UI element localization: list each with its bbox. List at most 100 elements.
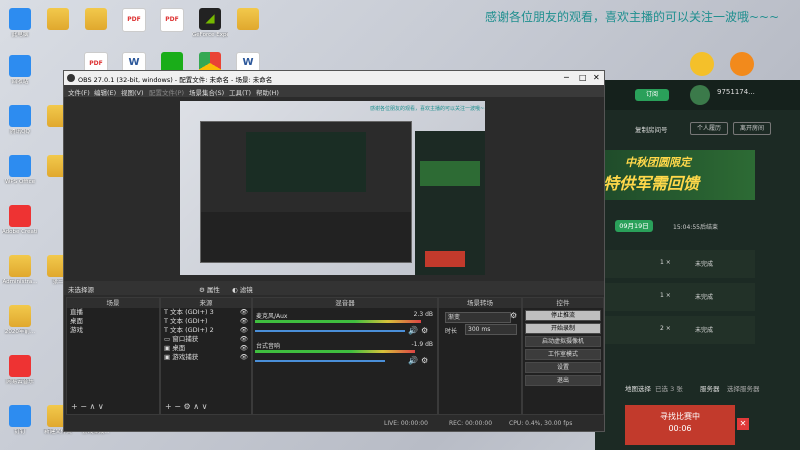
desktop-icon[interactable]: 此电脑 (2, 8, 38, 39)
mic-channel-name: 麦克风/Aux (256, 313, 288, 320)
menu-help[interactable]: 帮助(H) (256, 87, 279, 97)
desktop-icon[interactable]: Adobe Creati... (2, 205, 38, 236)
mascot-icon[interactable] (690, 52, 714, 76)
desktop-icon[interactable] (78, 8, 114, 30)
menu-profile[interactable]: 配置文件(P) (149, 87, 184, 97)
transition-select[interactable]: 渐变 (445, 312, 511, 323)
task-row: 1 × 未完成 (595, 283, 755, 311)
countdown: 15:04:55后结束 (673, 224, 718, 231)
desktop-icon[interactable] (116, 8, 152, 32)
server-label: 服务器 (700, 385, 720, 393)
adobe-icon (9, 205, 31, 227)
no-source-label: 未选择源 (68, 286, 94, 294)
promo-banner: 中秋团圆限定 特供军需回馈 (595, 150, 755, 200)
preview-canvas[interactable]: 感谢各位朋友的观看，喜欢主播的可以关注一波哦~~~ (180, 101, 485, 275)
date-pill: 09月19日 (615, 220, 653, 232)
source-item[interactable]: T 文本 (GDI+) 👁 (161, 317, 251, 326)
copy-room-button[interactable]: 复制房间号 (635, 124, 668, 134)
close-icon[interactable]: ✕ (737, 418, 749, 430)
source-controls[interactable]: + − ⚙ ∧ ∨ (161, 402, 251, 414)
gear-icon[interactable]: ⚙ (421, 356, 428, 365)
nested-obs-preview (200, 121, 412, 263)
task-row: 2 × 未完成 (595, 316, 755, 344)
folder-icon (47, 8, 69, 30)
virtual-camera-button[interactable]: 启动虚拟摄像机 (525, 336, 601, 347)
close-icon[interactable]: ✕ (593, 73, 600, 82)
desktop-icon[interactable]: 2020年前... (2, 305, 38, 336)
duration-input[interactable]: 300 ms (465, 324, 517, 335)
map-select-label: 地图选择 (625, 385, 651, 393)
speaker-icon[interactable]: 🔊 (408, 326, 418, 335)
game-client-panel: 订阅 9751174... 复制房间号 个人履历 离开房间 中秋团圆限定 特供军… (595, 80, 800, 450)
rec-time: REC: 00:00:00 (449, 420, 493, 427)
folder-icon (237, 8, 259, 30)
desktop-icon[interactable]: 网易云音乐 (2, 355, 38, 386)
obs-logo-icon (67, 74, 75, 82)
stream-banner: 感谢各位朋友的观看，喜欢主播的可以关注一波哦~~~ (485, 10, 780, 24)
source-item[interactable]: T 文本 (GDI+) 2 👁 (161, 326, 251, 335)
properties-button[interactable]: ⚙ 属性 (199, 284, 220, 294)
scenes-dock: 场景 直播 桌面 游戏 + − ∧ ∨ (66, 297, 160, 415)
personal-history-button[interactable]: 个人履历 (690, 122, 728, 135)
dingtalk-icon (9, 405, 31, 427)
gear-icon[interactable]: ⚙ (510, 311, 517, 320)
desktop-icon[interactable]: GeForce Experience (192, 8, 228, 39)
nvidia-icon (199, 8, 221, 30)
scene-item[interactable]: 游戏 (67, 326, 159, 335)
desktop-icon[interactable]: Administra... (2, 255, 38, 286)
source-item[interactable]: ▭ 窗口捕获 👁 (161, 335, 251, 344)
maximize-icon[interactable]: □ (579, 73, 587, 82)
desktop-icon[interactable] (230, 8, 266, 30)
eye-icon: 👁 (239, 353, 248, 361)
scene-item[interactable]: 直播 (67, 308, 159, 317)
start-recording-button[interactable]: 开始录制 (525, 323, 601, 334)
eye-icon: 👁 (239, 317, 248, 325)
desktop-audio-db: -1.9 dB (411, 341, 433, 348)
scene-item[interactable]: 桌面 (67, 317, 159, 326)
minimize-icon[interactable]: ─ (564, 73, 569, 82)
menu-file[interactable]: 文件(F) (68, 87, 90, 97)
source-item[interactable]: ▣ 游戏捕获 👁 (161, 353, 251, 362)
speaker-icon[interactable]: 🔊 (408, 356, 418, 365)
netease-music-icon (9, 355, 31, 377)
source-item[interactable]: ▣ 桌面 👁 (161, 344, 251, 353)
exit-room-button[interactable]: 离开房间 (733, 122, 771, 135)
orange-app-icon[interactable] (730, 52, 754, 76)
map-select-value[interactable]: 已选 3 张 (655, 383, 683, 393)
studio-mode-button[interactable]: 工作室模式 (525, 349, 601, 360)
desktop-icon[interactable]: 钉钉 (2, 405, 38, 436)
nested-game-panel (415, 131, 485, 275)
desktop-volume-slider[interactable] (255, 360, 385, 362)
server-select[interactable]: 选择服务器 (727, 383, 760, 393)
nested-banner: 感谢各位朋友的观看，喜欢主播的可以关注一波哦~~~ (370, 106, 485, 112)
folder-icon (85, 8, 107, 30)
filters-button[interactable]: ◐ 滤镜 (232, 284, 253, 294)
gear-icon[interactable]: ⚙ (421, 326, 428, 335)
cpu-fps: CPU: 0.4%, 30.00 fps (509, 420, 573, 427)
desktop-icon[interactable]: WPS Office (2, 155, 38, 186)
exit-button[interactable]: 退出 (525, 375, 601, 386)
scene-controls[interactable]: + − ∧ ∨ (67, 402, 159, 414)
pdf-icon (122, 8, 146, 32)
menu-view[interactable]: 视图(V) (121, 87, 144, 97)
desktop-icon[interactable]: 腾讯QQ (2, 105, 38, 136)
sources-dock: 来源 T 文本 (GDI+) 3 👁 T 文本 (GDI+) 👁 T 文本 (GDI… (160, 297, 252, 415)
eye-icon: 👁 (239, 308, 248, 316)
follow-button[interactable]: 订阅 (635, 89, 669, 101)
mic-channel-db: 2.3 dB (413, 311, 433, 318)
menu-tools[interactable]: 工具(T) (229, 87, 251, 97)
menu-scene-collection[interactable]: 场景集合(S) (189, 87, 224, 97)
desktop-icon[interactable] (154, 8, 190, 32)
qq-icon (9, 105, 31, 127)
obs-statusbar: LIVE: 00:00:00 REC: 00:00:00 CPU: 0.4%, … (64, 416, 604, 430)
menu-edit[interactable]: 编辑(E) (94, 87, 116, 97)
source-toolbar: 未选择源 ⚙ 属性 ◐ 滤镜 (64, 281, 604, 295)
settings-button[interactable]: 设置 (525, 362, 601, 373)
eye-icon: 👁 (239, 326, 248, 334)
mic-volume-slider[interactable] (255, 330, 405, 332)
source-item[interactable]: T 文本 (GDI+) 3 👁 (161, 308, 251, 317)
stop-streaming-button[interactable]: 停止推流 (525, 310, 601, 321)
desktop-icon[interactable] (40, 8, 76, 30)
desktop-icon[interactable]: 回收站 (2, 55, 38, 86)
recycle-bin-icon (9, 55, 31, 77)
